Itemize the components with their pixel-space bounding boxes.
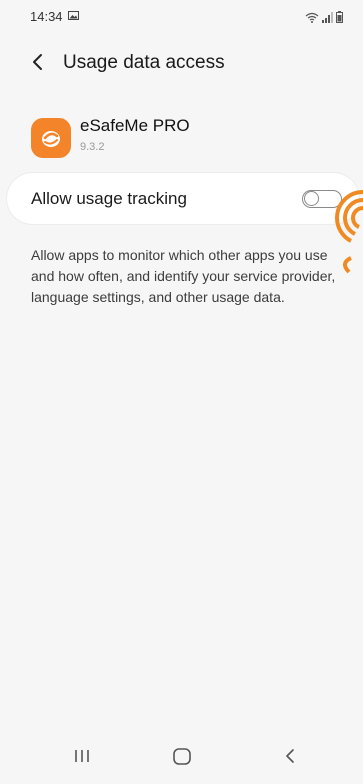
signal-icon — [322, 12, 333, 23]
recents-icon[interactable] — [70, 744, 94, 768]
toggle-label: Allow usage tracking — [31, 189, 187, 208]
chevron-left-icon[interactable] — [26, 50, 50, 74]
esafeme-app-icon — [31, 118, 71, 158]
page-title: Usage data access — [63, 52, 225, 73]
home-icon[interactable] — [170, 744, 194, 768]
esafeme-logo-icon — [42, 131, 60, 147]
wifi-icon — [305, 12, 319, 23]
back-icon[interactable] — [278, 744, 302, 768]
app-version: 9.3.2 — [80, 141, 105, 153]
status-bar: 14:34 — [0, 0, 363, 34]
switch-knob — [304, 191, 319, 206]
allow-usage-tracking-row[interactable]: Allow usage tracking — [7, 173, 359, 224]
status-icons — [305, 11, 343, 23]
app-bar: Usage data access — [0, 44, 363, 84]
setting-description: Allow apps to monitor which other apps y… — [31, 247, 336, 305]
app-info: eSafeMe PRO 9.3.2 — [0, 112, 363, 162]
status-time: 14:34 — [30, 9, 63, 24]
navigation-bar — [0, 732, 363, 784]
battery-icon — [336, 11, 343, 23]
app-name: eSafeMe PRO — [80, 116, 190, 135]
gallery-icon — [68, 11, 79, 20]
usage-tracking-switch[interactable] — [302, 190, 342, 208]
